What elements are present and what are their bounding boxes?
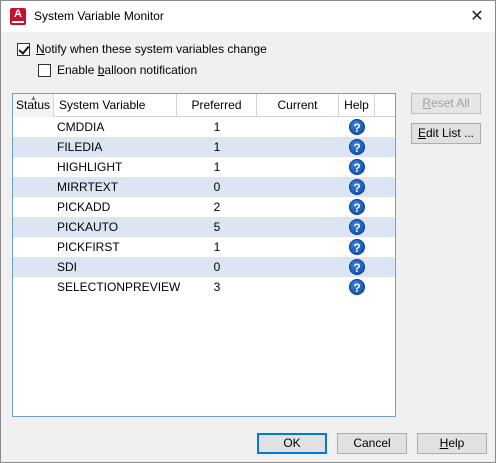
preferred-cell[interactable]: 1 [177, 237, 257, 257]
grid-header: ▲ Status System Variable Preferred Curre… [13, 94, 395, 117]
sort-up-icon: ▲ [30, 95, 37, 102]
current-cell [257, 197, 339, 217]
system-variable-cell: PICKAUTO [57, 220, 119, 234]
notify-checkbox-row[interactable]: Notify when these system variables chang… [17, 42, 267, 56]
table-row[interactable]: PICKAUTO 5? [13, 217, 395, 237]
ok-button[interactable]: OK [257, 433, 327, 454]
notify-label: Notify when these system variables chang… [36, 42, 267, 56]
notify-label-rest: otify when these system variables change [44, 42, 267, 56]
system-variable-cell: MIRRTEXT [57, 180, 119, 194]
help-question-icon[interactable]: ? [349, 239, 365, 255]
status-cell [13, 217, 54, 237]
preferred-cell[interactable]: 0 [177, 177, 257, 197]
table-row[interactable]: PICKADD 2? [13, 197, 395, 217]
help-question-icon[interactable]: ? [349, 199, 365, 215]
title-bar: A System Variable Monitor ✕ [1, 1, 495, 32]
column-header-status[interactable]: ▲ Status [13, 94, 54, 117]
help-question-icon[interactable]: ? [349, 139, 365, 155]
table-row[interactable]: SELECTIONPREVIEW 3? [13, 277, 395, 297]
current-cell [257, 277, 339, 297]
column-header-current-label: Current [277, 98, 318, 112]
help-question-icon[interactable]: ? [349, 259, 365, 275]
status-cell [13, 277, 54, 297]
edit-list-button[interactable]: Edit List ... [411, 123, 481, 144]
preferred-cell[interactable]: 0 [177, 257, 257, 277]
preferred-cell[interactable]: 3 [177, 277, 257, 297]
column-header-preferred[interactable]: Preferred [177, 94, 257, 117]
balloon-checkbox-row[interactable]: Enable balloon notification [38, 63, 197, 77]
table-row[interactable]: MIRRTEXT 0? [13, 177, 395, 197]
help-question-icon[interactable]: ? [349, 219, 365, 235]
column-header-preferred-label: Preferred [191, 98, 242, 112]
help-button[interactable]: Help [417, 433, 487, 454]
table-row[interactable]: PICKFIRST 1? [13, 237, 395, 257]
column-header-help-label: Help [344, 98, 369, 112]
system-variable-grid[interactable]: ▲ Status System Variable Preferred Curre… [12, 93, 396, 417]
system-variable-cell: SDI [57, 260, 78, 274]
system-variable-cell: PICKADD [57, 200, 111, 214]
system-variable-cell: FILEDIA [57, 140, 103, 154]
help-question-icon[interactable]: ? [349, 179, 365, 195]
system-variable-cell: SELECTIONPREVIEW [57, 280, 181, 294]
current-cell [257, 237, 339, 257]
column-header-help[interactable]: Help [339, 94, 375, 117]
status-cell [13, 177, 54, 197]
reset-all-button[interactable]: Reset All [411, 93, 481, 114]
help-question-icon[interactable]: ? [349, 119, 365, 135]
system-variable-cell: PICKFIRST [57, 240, 120, 254]
preferred-cell[interactable]: 1 [177, 117, 257, 137]
status-cell [13, 117, 54, 137]
preferred-cell[interactable]: 1 [177, 137, 257, 157]
status-cell [13, 237, 54, 257]
table-row[interactable]: FILEDIA 1? [13, 137, 395, 157]
app-icon-letter: A [14, 8, 22, 20]
preferred-cell[interactable]: 2 [177, 197, 257, 217]
close-icon[interactable]: ✕ [467, 7, 487, 27]
column-header-current[interactable]: Current [257, 94, 339, 117]
status-cell [13, 197, 54, 217]
table-row[interactable]: HIGHLIGHT 1? [13, 157, 395, 177]
system-variable-cell: HIGHLIGHT [57, 160, 123, 174]
table-row[interactable]: SDI 0? [13, 257, 395, 277]
column-header-system-variable[interactable]: System Variable [54, 94, 177, 117]
current-cell [257, 117, 339, 137]
current-cell [257, 217, 339, 237]
status-cell [13, 157, 54, 177]
help-question-icon[interactable]: ? [349, 159, 365, 175]
cancel-button[interactable]: Cancel [337, 433, 407, 454]
current-cell [257, 157, 339, 177]
preferred-cell[interactable]: 5 [177, 217, 257, 237]
status-cell [13, 257, 54, 277]
table-row[interactable]: CMDDIA 1? [13, 117, 395, 137]
column-header-system-variable-label: System Variable [59, 98, 146, 112]
current-cell [257, 257, 339, 277]
notify-checkbox[interactable] [17, 42, 30, 56]
system-variable-cell: CMDDIA [57, 120, 105, 134]
system-variable-monitor-dialog: A System Variable Monitor ✕ Notify when … [0, 0, 496, 463]
current-cell [257, 177, 339, 197]
window-title: System Variable Monitor [34, 9, 164, 23]
balloon-checkbox[interactable] [38, 63, 51, 77]
current-cell [257, 137, 339, 157]
balloon-label: Enable balloon notification [57, 63, 198, 77]
status-cell [13, 137, 54, 157]
preferred-cell[interactable]: 1 [177, 157, 257, 177]
autocad-app-icon: A [10, 8, 26, 25]
help-question-icon[interactable]: ? [349, 279, 365, 295]
